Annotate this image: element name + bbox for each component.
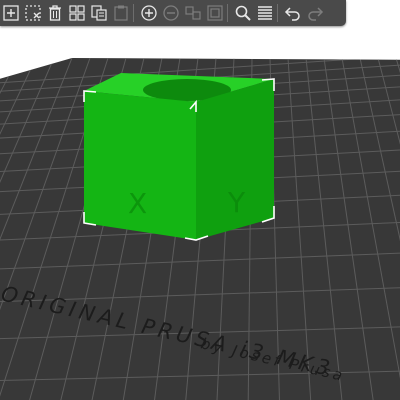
redo-button[interactable]	[304, 2, 326, 24]
arrange-button[interactable]	[66, 2, 88, 24]
copy-icon	[91, 5, 107, 21]
copy-button[interactable]	[88, 2, 110, 24]
redo-icon	[308, 7, 324, 21]
add-button[interactable]	[0, 2, 22, 24]
undo-button[interactable]	[282, 2, 304, 24]
split-parts-icon	[207, 5, 223, 21]
remove-instance-icon	[163, 5, 179, 21]
undo-icon	[284, 7, 300, 21]
split-objects-button[interactable]	[182, 2, 204, 24]
remove-instance-button[interactable]	[160, 2, 182, 24]
cube-face-label-x: X	[128, 187, 147, 220]
scene[interactable]: ORIGINAL PRUSA i3 MK3 by Josef Prusa X Y	[0, 0, 400, 400]
3d-viewport[interactable]: ORIGINAL PRUSA i3 MK3 by Josef Prusa X Y	[0, 0, 400, 400]
layers-editing-button[interactable]	[254, 2, 276, 24]
cube-object[interactable]: X Y	[83, 73, 275, 241]
add-instance-icon	[141, 5, 157, 21]
split-parts-button[interactable]	[204, 2, 226, 24]
toolbar-separator	[277, 4, 278, 22]
paste-icon	[114, 5, 128, 21]
toolbar-separator	[133, 4, 134, 22]
delete-all-icon	[49, 5, 61, 21]
delete-icon	[25, 5, 41, 21]
delete-all-button[interactable]	[44, 2, 66, 24]
search-button[interactable]	[232, 2, 254, 24]
layers-icon	[258, 6, 272, 20]
top-toolbar	[0, 0, 346, 26]
add-instance-button[interactable]	[138, 2, 160, 24]
cube-face-label-y: Y	[227, 186, 246, 219]
paste-button[interactable]	[110, 2, 132, 24]
search-icon	[235, 5, 251, 21]
toolbar-separator	[227, 4, 228, 22]
split-objects-icon	[185, 6, 201, 20]
arrange-icon	[69, 5, 85, 21]
add-icon	[3, 5, 19, 21]
delete-button[interactable]	[22, 2, 44, 24]
